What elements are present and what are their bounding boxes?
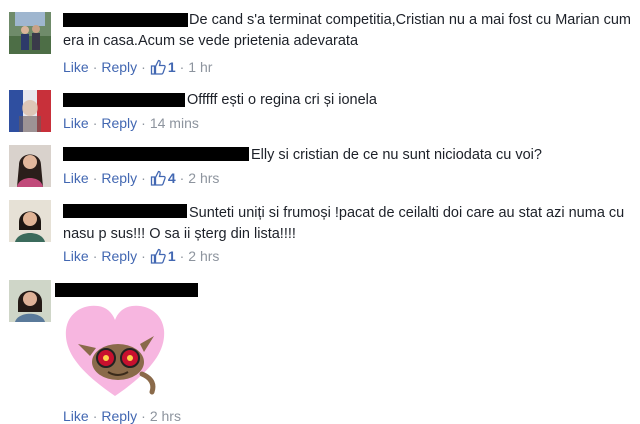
reply-link[interactable]: Reply [101,248,137,264]
thumbs-up-icon[interactable] [150,170,166,189]
reply-link[interactable]: Reply [101,59,137,75]
comment-actions: Like · Reply · 2 hrs [63,408,181,424]
comment-text: Offfff ești o regina cri și ionela [187,92,377,108]
avatar[interactable] [9,145,51,187]
like-count[interactable]: 1 [168,248,176,264]
timestamp[interactable]: 1 hr [188,59,212,75]
comment-actions: Like · Reply · 4 · 2 hrs [63,170,219,189]
like-link[interactable]: Like [63,115,89,131]
like-link[interactable]: Like [63,59,89,75]
redacted-name [55,283,198,297]
timestamp[interactable]: 14 mins [150,115,199,131]
like-count[interactable]: 1 [168,59,176,75]
like-link[interactable]: Like [63,170,89,186]
reply-link[interactable]: Reply [101,170,137,186]
comment-actions: Like · Reply · 1 · 1 hr [63,59,212,78]
avatar[interactable] [9,12,51,54]
thumbs-up-icon[interactable] [150,248,166,267]
timestamp[interactable]: 2 hrs [150,408,181,424]
avatar[interactable] [9,200,51,242]
timestamp[interactable]: 2 hrs [188,170,219,186]
timestamp[interactable]: 2 hrs [188,248,219,264]
avatar[interactable] [9,90,51,132]
reply-link[interactable]: Reply [101,408,137,424]
like-link[interactable]: Like [63,248,89,264]
comment-actions: Like · Reply · 14 mins [63,115,199,131]
comment-text: Elly si cristian de ce nu sunt niciodata… [251,147,542,163]
comment-text: De cand s'a terminat competitia,Cristian… [63,12,631,49]
cat-heart-sticker[interactable] [60,300,170,400]
thumbs-up-icon[interactable] [150,59,166,78]
reply-link[interactable]: Reply [101,115,137,131]
like-link[interactable]: Like [63,408,89,424]
like-count[interactable]: 4 [168,170,176,186]
avatar[interactable] [9,280,51,322]
comment-text: Sunteti uniți si frumoși !pacat de ceila… [63,205,625,242]
comment-actions: Like · Reply · 1 · 2 hrs [63,248,219,267]
